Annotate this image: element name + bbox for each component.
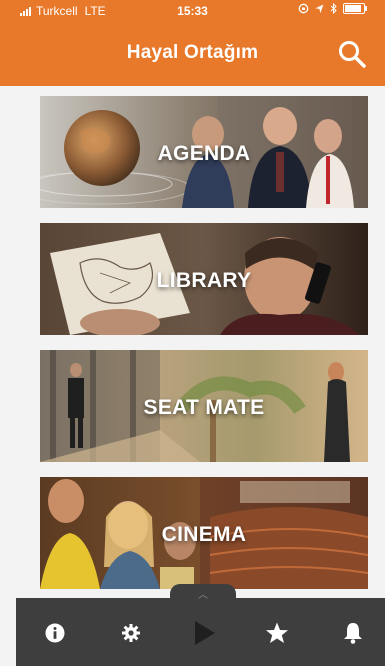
battery-icon [343,3,367,14]
drawer-handle[interactable]: ︿ [170,584,236,602]
search-icon [339,41,366,68]
library-card-label: LIBRARY [156,269,252,292]
favorites-button[interactable] [262,618,292,648]
agenda-card-label: AGENDA [157,142,251,165]
search-button[interactable] [337,39,367,69]
cinema-card[interactable]: CINEMA [40,477,368,589]
play-button[interactable] [188,618,222,648]
bell-icon [344,623,362,644]
gear-icon [122,624,140,642]
app-screen: Turkcell LTE 15:33 Hayal Ortağım AGENDA … [0,0,385,666]
page-title: Hayal Ortağım [126,42,259,63]
info-icon [45,623,65,643]
seat-mate-card[interactable]: SEAT MATE [40,350,368,462]
header: Hayal Ortağım [0,22,385,86]
cinema-card-label: CINEMA [161,523,247,546]
bluetooth-icon [330,3,337,14]
info-button[interactable] [40,618,70,648]
menu-cards: AGENDA LIBRARY SEAT MATE CINEMA [40,96,368,604]
settings-button[interactable] [116,618,146,648]
notifications-button[interactable] [338,618,368,648]
status-icons [298,3,367,14]
play-icon [195,621,215,645]
seat-mate-card-label: SEAT MATE [143,396,265,419]
lock-rotation-icon [298,3,309,14]
agenda-card[interactable]: AGENDA [40,96,368,208]
location-icon [315,4,324,13]
chevron-up-icon: ︿ [198,590,208,601]
star-icon [266,622,288,643]
status-bar: Turkcell LTE 15:33 [0,0,385,22]
library-card[interactable]: LIBRARY [40,223,368,335]
